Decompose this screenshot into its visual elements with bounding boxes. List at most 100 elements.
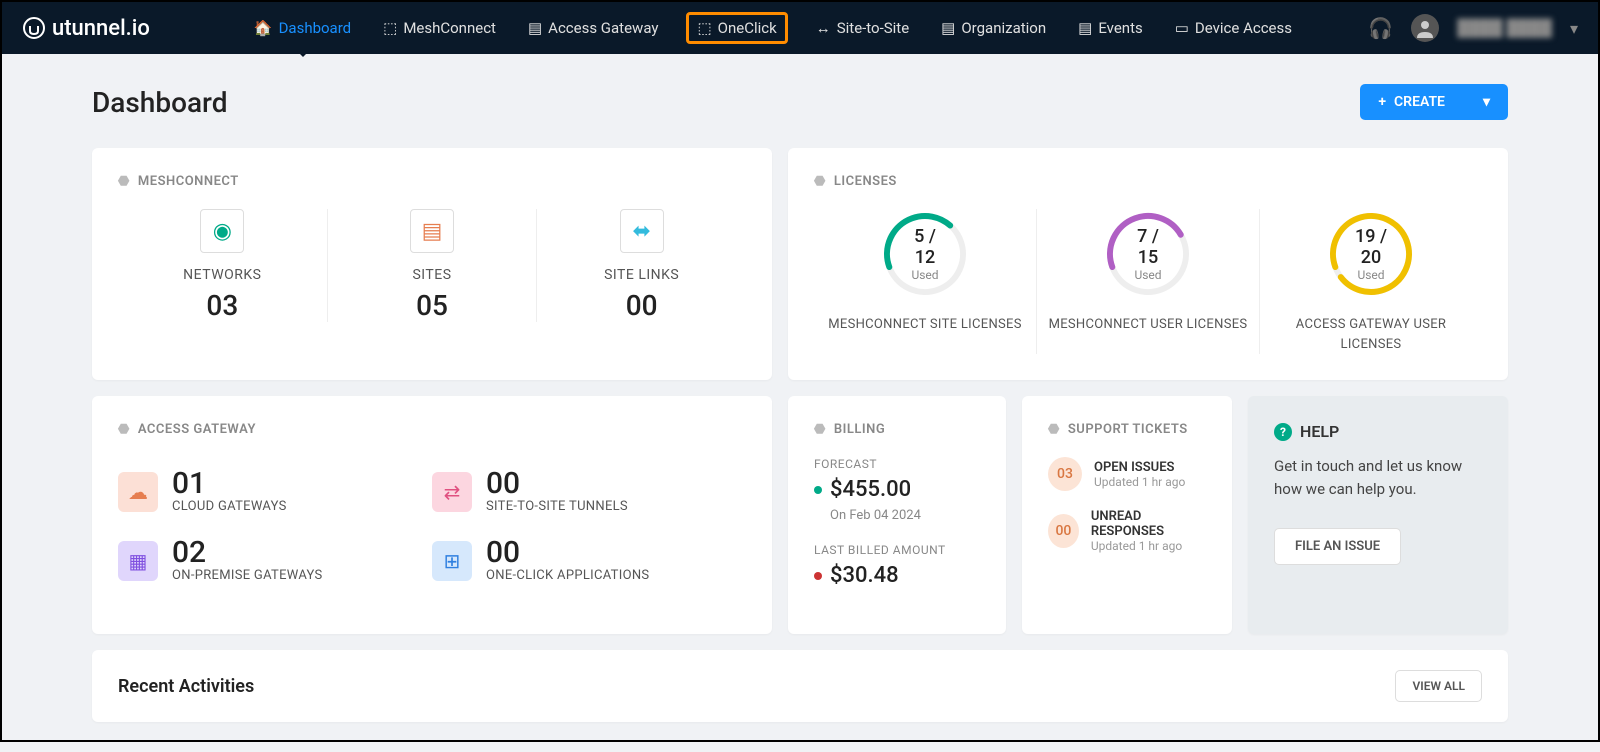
lastbilled-amount: $30.48 xyxy=(830,563,899,588)
oneclick-icon: ⬚ xyxy=(697,19,711,37)
license-value: 5 / 12 xyxy=(903,226,948,268)
shield-icon: ⬣ xyxy=(814,174,826,189)
nav-dashboard[interactable]: 🏠Dashboard xyxy=(250,13,355,43)
ticket-item[interactable]: 00 UNREAD RESPONSESUpdated 1 hr ago xyxy=(1048,509,1206,553)
nav-site-to-site[interactable]: ↔Site-to-Site xyxy=(812,13,913,43)
chevron-down-icon[interactable]: ▾ xyxy=(1570,19,1578,38)
create-button[interactable]: + CREATE ▾ xyxy=(1360,84,1508,120)
meshconnect-title: MESHCONNECT xyxy=(138,174,239,189)
networks-icon: ◉ xyxy=(200,209,244,253)
licenses-title: LICENSES xyxy=(834,174,897,189)
nav: 🏠Dashboard ⬚MeshConnect ▤Access Gateway … xyxy=(250,12,1369,44)
shield-icon: ⬣ xyxy=(814,422,826,437)
mesh-sitelinks-label: SITE LINKS xyxy=(537,267,746,283)
help-text: Get in touch and let us know how we can … xyxy=(1274,455,1482,500)
license-value: 7 / 15 xyxy=(1126,226,1171,268)
mesh-sitelinks[interactable]: ⬌ SITE LINKS 00 xyxy=(537,209,746,322)
ag-item-value: 00 xyxy=(486,469,628,499)
ag-item-icon: ⇄ xyxy=(432,472,472,512)
meshconnect-card: ⬣MESHCONNECT ◉ NETWORKS 03 ▤ SITES 05 ⬌ … xyxy=(92,148,772,380)
access-gateway-card: ⬣ACCESS GATEWAY ☁ 01CLOUD GATEWAYS ⇄ 00S… xyxy=(92,396,772,634)
question-icon: ? xyxy=(1274,423,1292,441)
ag-header: ⬣ACCESS GATEWAY xyxy=(118,422,746,437)
ag-item-value: 00 xyxy=(486,538,649,568)
license-used-label: Used xyxy=(903,268,948,282)
forecast-date: On Feb 04 2024 xyxy=(830,508,980,523)
forecast-amount: $455.00 xyxy=(830,477,911,502)
ticket-sub: Updated 1 hr ago xyxy=(1091,539,1206,553)
nav-events-label: Events xyxy=(1098,19,1142,37)
brand-text: utunnel.io xyxy=(52,16,150,41)
username[interactable]: ████ ████ xyxy=(1457,18,1552,38)
license-item[interactable]: 5 / 12Used MESHCONNECT SITE LICENSES xyxy=(814,209,1037,354)
license-label: MESHCONNECT SITE LICENSES xyxy=(824,315,1026,335)
ticket-title: UNREAD RESPONSES xyxy=(1091,509,1206,539)
license-item[interactable]: 19 / 20Used ACCESS GATEWAY USER LICENSES xyxy=(1260,209,1482,354)
nav-organization-label: Organization xyxy=(961,19,1046,37)
license-item[interactable]: 7 / 15Used MESHCONNECT USER LICENSES xyxy=(1037,209,1260,354)
avatar[interactable] xyxy=(1411,14,1439,42)
mesh-networks-value: 03 xyxy=(118,289,327,322)
billing-header: ⬣ BILLING xyxy=(814,422,980,437)
ag-item[interactable]: ▦ 02ON-PREMISE GATEWAYS xyxy=(118,526,432,595)
ag-item-label: ONE-CLICK APPLICATIONS xyxy=(486,568,649,583)
recent-title: Recent Activities xyxy=(118,676,254,697)
sitetosite-icon: ↔ xyxy=(816,19,831,37)
tickets-header: ⬣ SUPPORT TICKETS xyxy=(1048,422,1206,437)
ag-item-icon: ☁ xyxy=(118,472,158,512)
shield-icon: ⬣ xyxy=(1048,422,1060,437)
ticket-item[interactable]: 03 OPEN ISSUESUpdated 1 hr ago xyxy=(1048,457,1206,491)
nav-access-gateway-label: Access Gateway xyxy=(548,19,658,37)
mesh-sites-value: 05 xyxy=(328,289,537,322)
help-title: HELP xyxy=(1300,422,1339,441)
license-used-label: Used xyxy=(1126,268,1171,282)
mesh-sites-label: SITES xyxy=(328,267,537,283)
plus-icon: + xyxy=(1378,94,1386,110)
nav-device-access[interactable]: ▭Device Access xyxy=(1171,13,1296,43)
help-header: ? HELP xyxy=(1274,422,1482,441)
nav-organization[interactable]: ▤Organization xyxy=(937,13,1050,43)
lastbilled-value: $30.48 xyxy=(814,563,980,588)
help-card: ? HELP Get in touch and let us know how w… xyxy=(1248,396,1508,634)
ag-item-value: 02 xyxy=(172,538,323,568)
ticket-count: 03 xyxy=(1048,457,1082,491)
sitelinks-icon: ⬌ xyxy=(620,209,664,253)
ticket-count: 00 xyxy=(1048,514,1079,548)
ticket-title: OPEN ISSUES xyxy=(1094,460,1185,475)
ag-item[interactable]: ☁ 01CLOUD GATEWAYS xyxy=(118,457,432,526)
ag-item-label: SITE-TO-SITE TUNNELS xyxy=(486,499,628,514)
view-all-button[interactable]: VIEW ALL xyxy=(1395,670,1482,702)
nav-device-access-label: Device Access xyxy=(1195,19,1292,37)
sites-icon: ▤ xyxy=(410,209,454,253)
nav-events[interactable]: ▤ Events xyxy=(1074,13,1147,43)
headset-icon[interactable]: 🎧 xyxy=(1368,16,1393,40)
content: Dashboard + CREATE ▾ ⬣MESHCONNECT ◉ NETW… xyxy=(2,54,1598,752)
billing-card: ⬣BILLING FORECAST $455.00 On Feb 04 2024… xyxy=(788,396,1006,634)
billing-title: BILLING xyxy=(834,422,885,437)
dot-icon xyxy=(814,572,822,580)
nav-meshconnect[interactable]: ⬚MeshConnect xyxy=(379,13,500,43)
nav-access-gateway[interactable]: ▤ Access Gateway xyxy=(524,13,663,43)
file-issue-button[interactable]: FILE AN ISSUE xyxy=(1274,528,1401,565)
ag-item[interactable]: ⊞ 00ONE-CLICK APPLICATIONS xyxy=(432,526,746,595)
nav-oneclick-label: OneClick xyxy=(718,19,777,37)
user-icon xyxy=(1415,18,1435,38)
chevron-down-icon: ▾ xyxy=(1483,94,1490,110)
gateway-icon: ▤ xyxy=(528,19,542,37)
nav-meshconnect-label: MeshConnect xyxy=(403,19,496,37)
shield-icon: ⬣ xyxy=(118,422,130,437)
mesh-sitelinks-value: 00 xyxy=(537,289,746,322)
ag-item[interactable]: ⇄ 00SITE-TO-SITE TUNNELS xyxy=(432,457,746,526)
logo[interactable]: utunnel.io xyxy=(22,16,150,41)
events-icon: ▤ xyxy=(1078,19,1092,37)
topbar-right: 🎧 ████ ████ ▾ xyxy=(1368,14,1578,42)
ag-item-icon: ⊞ xyxy=(432,541,472,581)
license-used-label: Used xyxy=(1349,268,1394,282)
ticket-sub: Updated 1 hr ago xyxy=(1094,475,1185,489)
tickets-title: SUPPORT TICKETS xyxy=(1068,422,1188,437)
nav-oneclick[interactable]: ⬚ OneClick xyxy=(686,12,787,44)
mesh-networks[interactable]: ◉ NETWORKS 03 xyxy=(118,209,328,322)
recent-activities-card: Recent Activities VIEW ALL xyxy=(92,650,1508,722)
page-title: Dashboard xyxy=(92,86,227,119)
mesh-sites[interactable]: ▤ SITES 05 xyxy=(328,209,538,322)
